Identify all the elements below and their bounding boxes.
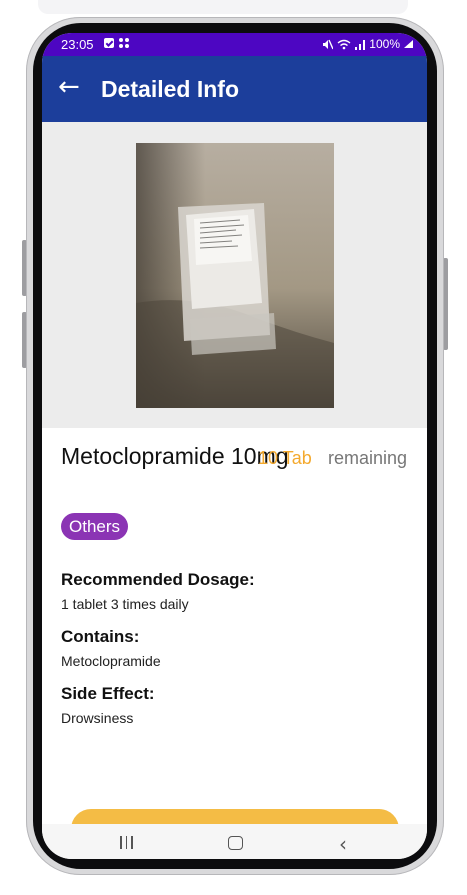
contains-value: Metoclopramide: [61, 653, 161, 669]
battery-percent: 100%: [369, 37, 400, 51]
signal-icon: [355, 39, 366, 50]
dosage-value: 1 tablet 3 times daily: [61, 596, 189, 612]
check-box-icon: [104, 38, 114, 48]
remaining-quantity: 10 Tab: [258, 448, 312, 468]
phone-screen: 23:05 100% ← Detailed Info Metoclopramid…: [42, 33, 427, 859]
recents-icon[interactable]: [120, 836, 133, 849]
battery-icon: [404, 40, 413, 48]
contains-title: Contains:: [61, 627, 140, 646]
side-effect-value: Drowsiness: [61, 710, 134, 726]
category-badge: Others: [61, 513, 129, 540]
app-bar: ← Detailed Info: [42, 56, 427, 122]
mute-icon: [323, 39, 334, 49]
grid-dots-icon: [119, 38, 129, 48]
page-title: Detailed Info: [101, 76, 240, 102]
top-smudge: [38, 0, 408, 14]
status-notification-icons: [104, 38, 129, 48]
side-effect-title: Side Effect:: [61, 684, 155, 703]
medicine-image-area: [42, 122, 427, 428]
arrow-left-icon[interactable]: ←: [58, 72, 80, 102]
home-icon[interactable]: [228, 836, 243, 850]
wifi-icon: [337, 39, 351, 49]
medicine-photo: [136, 143, 334, 408]
navigation-bar: ‹: [42, 824, 427, 859]
dosage-title: Recommended Dosage:: [61, 570, 255, 589]
back-chevron-icon[interactable]: ‹: [339, 832, 347, 856]
status-time: 23:05: [61, 37, 94, 52]
status-bar: 23:05 100%: [42, 33, 427, 56]
status-system-icons: 100%: [322, 37, 413, 51]
remaining-label: remaining: [328, 448, 408, 468]
